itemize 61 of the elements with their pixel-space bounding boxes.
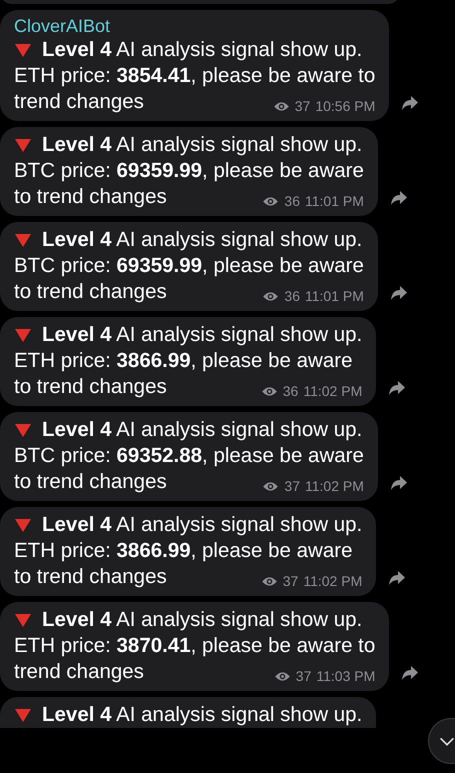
down-triangle-icon bbox=[14, 328, 32, 342]
message-text: BTC price: 69359.99, please be aware bbox=[14, 158, 364, 184]
message-text: to trend changes bbox=[14, 279, 167, 305]
message-text: ETH price: 3854.41, please be aware to bbox=[14, 63, 376, 89]
eye-icon bbox=[274, 670, 291, 682]
message-text: BTC price: 69352.88, please be aware bbox=[14, 443, 364, 469]
eye-icon bbox=[262, 480, 280, 492]
message-time: 11:01 PM bbox=[304, 287, 364, 305]
share-arrow-icon[interactable] bbox=[401, 665, 420, 681]
message-text: Level 4 AI analysis signal show up. bbox=[42, 132, 362, 158]
view-count: 37 bbox=[294, 97, 310, 115]
chevron-down-icon bbox=[439, 736, 455, 746]
message-time: 11:01 PM bbox=[304, 192, 364, 210]
message-text: BTC price: 69359.99, please be aware bbox=[14, 253, 364, 279]
eye-icon bbox=[262, 196, 280, 206]
down-triangle-icon bbox=[14, 612, 32, 628]
down-triangle-icon bbox=[14, 42, 32, 58]
message-text: trend changes bbox=[14, 659, 144, 685]
message-text: Level 4 AI analysis signal show up. bbox=[42, 322, 362, 348]
eye-icon bbox=[260, 576, 278, 586]
view-count: 37 bbox=[282, 572, 298, 590]
message-text: to trend changes bbox=[14, 469, 167, 495]
scroll-down-button[interactable] bbox=[428, 718, 455, 764]
share-arrow-icon[interactable] bbox=[390, 190, 408, 206]
message-text: ETH price: 3866.99, please be aware bbox=[14, 538, 352, 564]
share-arrow-icon[interactable] bbox=[388, 570, 406, 586]
message-text: Level 4 AI analysis signal show up. bbox=[42, 227, 362, 253]
message-text: to trend changes bbox=[14, 374, 167, 400]
eye-icon bbox=[262, 290, 280, 302]
share-arrow-icon[interactable] bbox=[390, 285, 408, 301]
message-text: Level 4 AI analysis signal show up. bbox=[42, 512, 362, 538]
eye-icon bbox=[260, 386, 278, 396]
down-triangle-icon bbox=[14, 138, 32, 152]
view-count: 36 bbox=[284, 192, 300, 210]
down-triangle-icon bbox=[14, 518, 32, 532]
down-triangle-icon bbox=[14, 708, 32, 722]
share-arrow-icon[interactable] bbox=[390, 475, 408, 491]
view-count: 37 bbox=[296, 667, 312, 685]
message-text: Level 4 AI analysis signal show up. bbox=[42, 417, 362, 443]
message-time: 10:56 PM bbox=[315, 97, 376, 115]
share-arrow-icon[interactable] bbox=[388, 380, 406, 396]
message-text: Level 4 AI analysis signal show up. bbox=[42, 607, 362, 633]
message-time: 11:02 PM bbox=[303, 382, 362, 400]
message-text: ETH price: 3870.41, please be aware to bbox=[14, 633, 376, 659]
message-time: 11:03 PM bbox=[316, 667, 376, 685]
view-count: 37 bbox=[284, 477, 300, 495]
message-text: trend changes bbox=[14, 89, 144, 115]
message-time: 11:02 PM bbox=[303, 572, 362, 590]
message-text: Level 4 AI analysis signal show up. bbox=[42, 702, 362, 728]
sender-name: CloverAIBot bbox=[14, 15, 112, 37]
down-triangle-icon bbox=[14, 232, 32, 248]
message-text: Level 4 AI analysis signal show up. bbox=[42, 37, 362, 63]
message-text: to trend changes bbox=[14, 564, 167, 590]
view-count: 36 bbox=[284, 287, 300, 305]
message-text: to trend changes bbox=[14, 184, 167, 210]
down-triangle-icon bbox=[14, 422, 32, 438]
message-text: ETH price: 3866.99, please be aware bbox=[14, 348, 352, 374]
view-count: 36 bbox=[282, 382, 298, 400]
message-time: 11:02 PM bbox=[304, 477, 364, 495]
share-arrow-icon[interactable] bbox=[401, 95, 420, 111]
eye-icon bbox=[272, 100, 290, 112]
